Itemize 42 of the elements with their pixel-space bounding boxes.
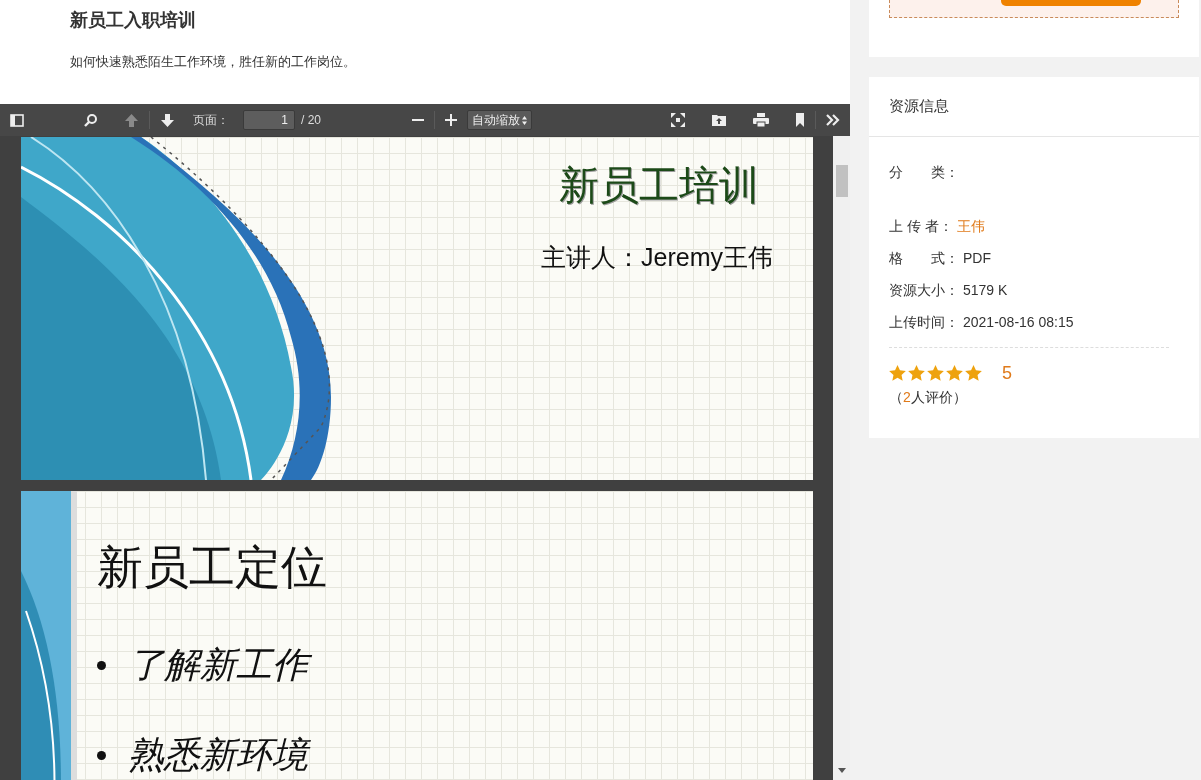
dropdown-arrows-icon [522, 115, 527, 125]
star-icon [908, 365, 925, 381]
field-label: 上 传 者： [889, 217, 953, 236]
scroll-down-icon[interactable] [837, 768, 846, 774]
field-label: 格 式： [889, 249, 959, 268]
down-arrow-icon [160, 112, 175, 128]
bookmark-icon [795, 113, 805, 127]
slide-title: 新员工培训 [559, 162, 759, 209]
bullet-icon [97, 660, 106, 670]
field-label: 分 类： [889, 163, 959, 182]
field-value: PDF [963, 249, 991, 268]
star-icon [946, 365, 963, 381]
field-value: 5179 K [963, 281, 1008, 300]
open-file-icon [711, 113, 727, 127]
plus-icon [445, 114, 457, 126]
slide-title: 新员工定位 [97, 540, 327, 595]
slide-subtitle: 主讲人：Jeremy王伟 [541, 242, 773, 273]
review-count: （2人评价） [889, 387, 968, 407]
uploader-link[interactable]: 王伟 [956, 216, 985, 237]
zoom-select[interactable]: 自动缩放 [467, 110, 532, 130]
star-icon [927, 365, 944, 381]
card-heading: 资源信息 [869, 77, 1199, 137]
fullscreen-icon [671, 113, 685, 127]
search-icon [84, 113, 98, 127]
scrollbar[interactable] [833, 136, 850, 780]
scrollbar-thumb[interactable] [835, 165, 848, 197]
page-label: 页面： [193, 112, 229, 129]
page-total: / 20 [301, 112, 321, 129]
bullet-icon [97, 750, 106, 760]
field-label: 上传时间： [889, 313, 959, 332]
star-icon [889, 365, 906, 381]
field-label: 资源大小： [889, 281, 959, 300]
document-description: 如何快速熟悉陌生工作环境，胜任新的工作岗位。 [70, 53, 357, 71]
document-title: 新员工入职培训 [70, 9, 197, 32]
rating-score: 5 [1002, 361, 1012, 385]
page-number-field[interactable]: 1 [243, 110, 295, 130]
up-arrow-icon [124, 112, 139, 128]
sidebar-toggle-icon [10, 113, 24, 127]
field-value: 2021-08-16 08:15 [963, 313, 1074, 332]
star-icon [965, 365, 982, 381]
print-icon [753, 113, 769, 127]
double-chevron-icon [826, 114, 840, 126]
